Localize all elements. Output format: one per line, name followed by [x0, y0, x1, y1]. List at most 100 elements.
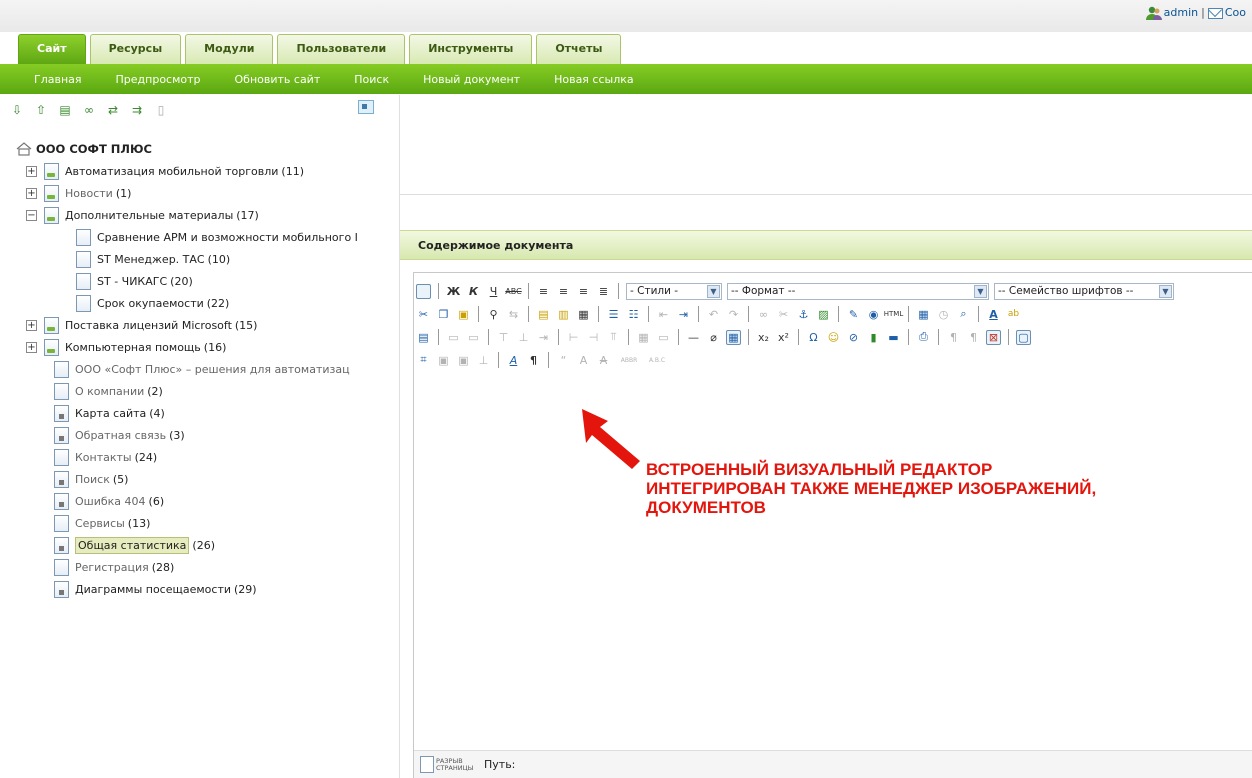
rtl-icon[interactable]: ¶	[966, 330, 981, 345]
trash-icon[interactable]: ▯	[154, 103, 168, 117]
tree-item[interactable]: Поиск (5)	[16, 468, 388, 490]
expand-icon[interactable]: +	[26, 187, 37, 199]
print-icon[interactable]: ⎙	[916, 330, 931, 345]
insert-time-icon[interactable]: ◷	[936, 307, 951, 322]
nav-new-link[interactable]: Новая ссылка	[554, 73, 634, 86]
tree-item[interactable]: − Дополнительные материалы (17)	[16, 204, 388, 226]
unlink-icon[interactable]: ✂	[776, 307, 791, 322]
insert-row-after-icon[interactable]: ⊥	[516, 330, 531, 345]
messages-link[interactable]: Coo	[1225, 6, 1246, 19]
panel-toggle-icon[interactable]	[358, 100, 374, 114]
insert-col-before-icon[interactable]: ⊢	[566, 330, 581, 345]
sort-icon[interactable]: ⇉	[130, 103, 144, 117]
italic-icon[interactable]: К	[466, 284, 481, 299]
new-document-icon[interactable]: ▤	[58, 103, 72, 117]
visual-aid-icon[interactable]: ▦	[726, 329, 741, 345]
paste-word-icon[interactable]: ▥	[556, 307, 571, 322]
nav-home[interactable]: Главная	[34, 73, 82, 86]
tree-item[interactable]: Регистрация (28)	[16, 556, 388, 578]
show-blocks-icon[interactable]: ¶	[526, 353, 541, 368]
image-icon[interactable]: ▨	[816, 307, 831, 322]
insert-row-before-icon[interactable]: ⊤	[496, 330, 511, 345]
tree-item[interactable]: + Поставка лицензий Microsoft (15)	[16, 314, 388, 336]
bullet-list-icon[interactable]: ☰	[606, 307, 621, 322]
tab-users[interactable]: Пользователи	[277, 34, 406, 64]
row-properties-icon[interactable]: ▭	[446, 330, 461, 345]
expand-icon[interactable]: +	[26, 341, 37, 353]
tree-root[interactable]: ООО СОФТ ПЛЮС	[16, 138, 388, 160]
table-properties-icon[interactable]: ▤	[416, 330, 431, 345]
abbr-text-icon[interactable]: ABBR	[616, 353, 642, 368]
nav-search[interactable]: Поиск	[354, 73, 389, 86]
collapse-icon[interactable]: −	[26, 209, 37, 221]
find-icon[interactable]: ⚲	[486, 307, 501, 322]
nav-refresh-site[interactable]: Обновить сайт	[235, 73, 321, 86]
tree-item[interactable]: Срок окупаемости (22)	[16, 292, 388, 314]
link-icon[interactable]: ∞	[82, 103, 96, 117]
tree-item[interactable]: Карта сайта (4)	[16, 402, 388, 424]
link-icon[interactable]: ∞	[756, 307, 771, 322]
abbr-icon[interactable]: A	[576, 353, 591, 368]
tree-item[interactable]: + Новости (1)	[16, 182, 388, 204]
tree-item[interactable]: + Автоматизация мобильной торговли (11)	[16, 160, 388, 182]
delete-col-icon[interactable]: ⫪	[606, 330, 621, 345]
anchor-icon[interactable]: ⚓	[796, 307, 811, 322]
tree-item[interactable]: Контакты (24)	[16, 446, 388, 468]
preview-icon[interactable]: ⌕	[956, 307, 971, 322]
refresh-icon[interactable]: ⇄	[106, 103, 120, 117]
insert-date-icon[interactable]: ▦	[916, 307, 931, 322]
page-break-icon[interactable]: ▬	[886, 330, 901, 345]
insert-layer-icon[interactable]: ⌗	[416, 353, 431, 368]
tree-item[interactable]: ST Менеджер. ТАС (10)	[16, 248, 388, 270]
paste-icon[interactable]: ▣	[456, 307, 471, 322]
expand-icon[interactable]: +	[26, 165, 37, 177]
user-name-link[interactable]: admin	[1164, 6, 1198, 19]
text-color-icon[interactable]: A	[986, 307, 1001, 322]
merge-cells-icon[interactable]: ▭	[656, 330, 671, 345]
underline-icon[interactable]: Ч	[486, 284, 501, 299]
ltr-icon[interactable]: ¶	[946, 330, 961, 345]
tree-item[interactable]: Обратная связь (3)	[16, 424, 388, 446]
select-all-icon[interactable]: ▦	[576, 307, 591, 322]
insert-col-after-icon[interactable]: ⊣	[586, 330, 601, 345]
subscript-icon[interactable]: x₂	[756, 330, 771, 345]
expand-icon[interactable]: +	[26, 319, 37, 331]
special-char-icon[interactable]: Ω	[806, 330, 821, 345]
tree-item[interactable]: + Компьютерная помощь (16)	[16, 336, 388, 358]
align-center-icon[interactable]: ≡	[556, 284, 571, 299]
superscript-icon[interactable]: x²	[776, 330, 791, 345]
emoticon-icon[interactable]: ☺	[826, 330, 841, 345]
help-icon[interactable]: ◉	[866, 307, 881, 322]
page-break-button[interactable]: РАЗРЫВ СТРАНИЦЫ	[420, 755, 476, 775]
flash-icon[interactable]: ⊘	[846, 330, 861, 345]
font-family-select[interactable]: -- Семейство шрифтов -- ▼	[994, 282, 1174, 300]
outdent-icon[interactable]: ⇤	[656, 307, 671, 322]
split-cells-icon[interactable]: ▦	[636, 330, 651, 345]
acronym-icon[interactable]: A.B.C	[647, 353, 667, 368]
arrow-up-icon[interactable]: ⇧	[34, 103, 48, 117]
move-forward-icon[interactable]: ▣	[436, 353, 451, 368]
tree-item[interactable]: ST - ЧИКАГС (20)	[16, 270, 388, 292]
absolute-icon[interactable]: ⊥	[476, 353, 491, 368]
move-backward-icon[interactable]: ▣	[456, 353, 471, 368]
tree-item[interactable]: Диаграммы посещаемости (29)	[16, 578, 388, 600]
panel-divider[interactable]	[399, 95, 400, 778]
tree-item-selected[interactable]: Общая статистика (26)	[16, 534, 388, 556]
html-source-icon[interactable]: HTML	[884, 307, 903, 322]
align-right-icon[interactable]: ≡	[576, 284, 591, 299]
undo-icon[interactable]: ↶	[706, 307, 721, 322]
tab-reports[interactable]: Отчеты	[536, 34, 622, 64]
styles-select[interactable]: - Стили - ▼	[626, 282, 722, 300]
align-justify-icon[interactable]: ≣	[596, 284, 611, 299]
paste-text-icon[interactable]: ▤	[536, 307, 551, 322]
horizontal-rule-icon[interactable]: —	[686, 330, 701, 345]
tree-item[interactable]: Ошибка 404 (6)	[16, 490, 388, 512]
tab-modules[interactable]: Модули	[185, 34, 274, 64]
bold-icon[interactable]: Ж	[446, 284, 461, 299]
tree-item[interactable]: О компании (2)	[16, 380, 388, 402]
align-left-icon[interactable]: ≡	[536, 284, 551, 299]
redo-icon[interactable]: ↷	[726, 307, 741, 322]
delete-row-icon[interactable]: ⇥	[536, 330, 551, 345]
nav-new-document[interactable]: Новый документ	[423, 73, 520, 86]
indent-icon[interactable]: ⇥	[676, 307, 691, 322]
